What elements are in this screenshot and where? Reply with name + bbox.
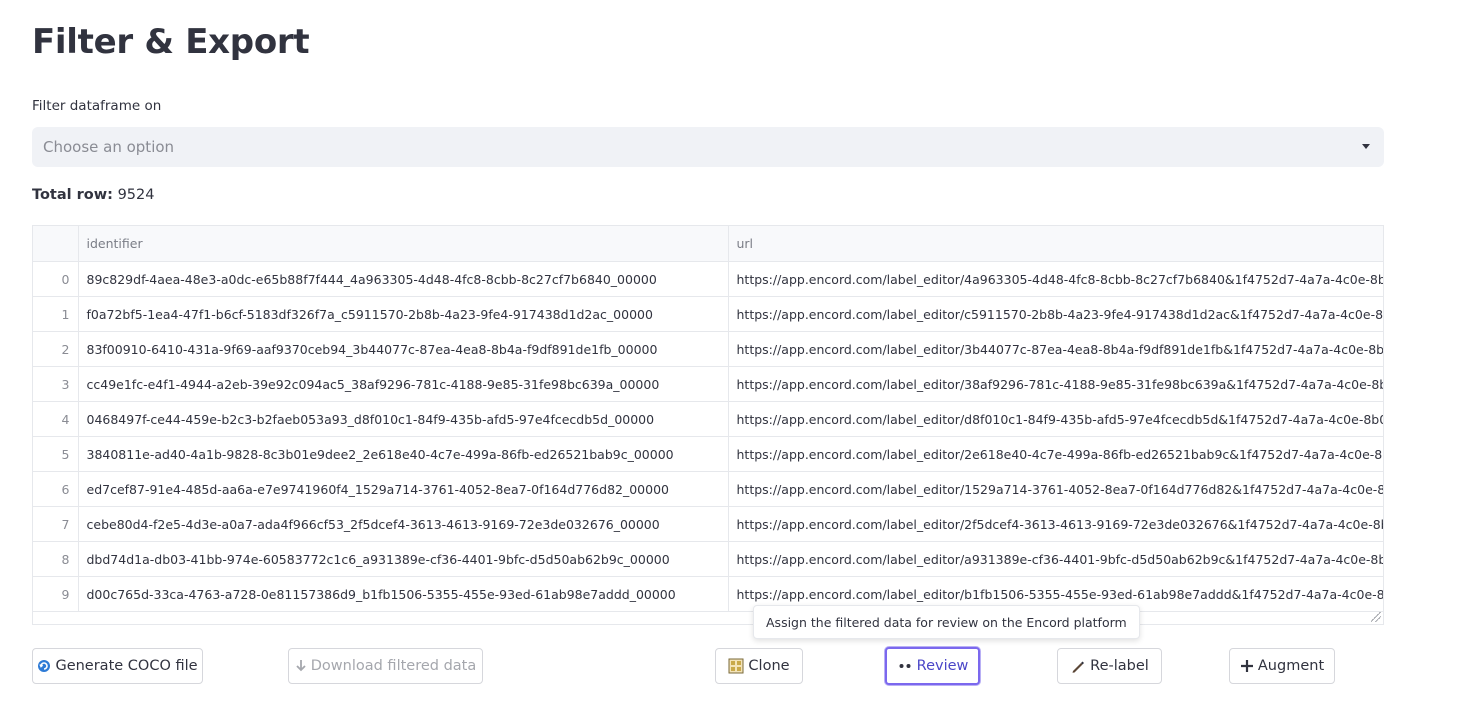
- column-header-url[interactable]: url: [728, 226, 1383, 262]
- identifier-cell[interactable]: ed7cef87-91e4-485d-aa6a-e7e9741960f4_152…: [78, 471, 729, 507]
- identifier-cell[interactable]: d00c765d-33ca-4763-a728-0e81157386d9_b1f…: [78, 576, 729, 612]
- review-label: Review: [916, 658, 969, 674]
- url-cell[interactable]: https://app.encord.com/label_editor/3b44…: [728, 331, 1383, 367]
- url-cell[interactable]: https://app.encord.com/label_editor/a931…: [728, 541, 1383, 577]
- url-cell[interactable]: https://app.encord.com/label_editor/d8f0…: [728, 401, 1383, 437]
- filter-select-placeholder: Choose an option: [43, 138, 175, 156]
- column-header-identifier[interactable]: identifier: [78, 226, 729, 262]
- url-cell[interactable]: https://app.encord.com/label_editor/2f5d…: [728, 506, 1383, 542]
- filter-export-page: Filter & Export Filter dataframe on Choo…: [0, 0, 1464, 717]
- row-index: 3: [33, 366, 79, 402]
- row-index: 0: [33, 261, 79, 297]
- download-filtered-label: Download filtered data: [310, 658, 477, 674]
- row-index: 6: [33, 471, 79, 507]
- download-arrow-icon: [295, 659, 307, 673]
- augment-button[interactable]: Augment: [1229, 648, 1335, 684]
- url-cell[interactable]: https://app.encord.com/label_editor/1529…: [728, 471, 1383, 507]
- cycle-icon: [37, 659, 51, 673]
- total-row-value: 9524: [117, 187, 155, 203]
- clone-icon: [728, 658, 744, 674]
- index-column-header: [33, 226, 79, 262]
- chevron-down-icon: [1362, 144, 1370, 149]
- clone-button[interactable]: Clone: [715, 648, 803, 684]
- row-index: 8: [33, 541, 79, 577]
- clone-label: Clone: [748, 658, 790, 674]
- table-row[interactable]: 5 3840811e-ad40-4a1b-9828-8c3b01e9dee2_2e…: [33, 436, 1383, 472]
- augment-label: Augment: [1257, 658, 1325, 674]
- table-header-row: identifier url: [33, 226, 1383, 262]
- pencil-icon: [1070, 658, 1086, 674]
- table-row[interactable]: 2 83f00910-6410-431a-9f69-aaf9370ceb94_3b…: [33, 331, 1383, 367]
- row-index: 9: [33, 576, 79, 612]
- total-row-label: Total row:: [32, 187, 113, 203]
- identifier-cell[interactable]: 83f00910-6410-431a-9f69-aaf9370ceb94_3b4…: [78, 331, 729, 367]
- url-cell[interactable]: https://app.encord.com/label_editor/4a96…: [728, 261, 1383, 297]
- relabel-button[interactable]: Re-label: [1057, 648, 1162, 684]
- identifier-cell[interactable]: cebe80d4-f2e5-4d3e-a0a7-ada4f966cf53_2f5…: [78, 506, 729, 542]
- identifier-cell[interactable]: 0468497f-ce44-459e-b2c3-b2faeb053a93_d8f…: [78, 401, 729, 437]
- identifier-cell[interactable]: cc49e1fc-e4f1-4944-a2eb-39e92c094ac5_38a…: [78, 366, 729, 402]
- table-row[interactable]: 9 d00c765d-33ca-4763-a728-0e81157386d9_b1…: [33, 576, 1383, 612]
- review-tooltip: Assign the filtered data for review on t…: [753, 605, 1140, 639]
- page-title: Filter & Export: [32, 22, 310, 62]
- row-index: 4: [33, 401, 79, 437]
- generate-coco-label: Generate COCO file: [55, 658, 198, 674]
- identifier-cell[interactable]: 3840811e-ad40-4a1b-9828-8c3b01e9dee2_2e6…: [78, 436, 729, 472]
- table-row[interactable]: 4 0468497f-ce44-459e-b2c3-b2faeb053a93_d8…: [33, 401, 1383, 437]
- table-row[interactable]: 3 cc49e1fc-e4f1-4944-a2eb-39e92c094ac5_38…: [33, 366, 1383, 402]
- table-row[interactable]: 8 dbd74d1a-db03-41bb-974e-60583772c1c6_a9…: [33, 541, 1383, 577]
- table-row[interactable]: 6 ed7cef87-91e4-485d-aa6a-e7e9741960f4_15…: [33, 471, 1383, 507]
- plus-icon: [1240, 659, 1254, 673]
- row-index: 1: [33, 296, 79, 332]
- identifier-cell[interactable]: 89c829df-4aea-48e3-a0dc-e65b88f7f444_4a9…: [78, 261, 729, 297]
- url-cell[interactable]: https://app.encord.com/label_editor/2e61…: [728, 436, 1383, 472]
- identifier-cell[interactable]: f0a72bf5-1ea4-47f1-b6cf-5183df326f7a_c59…: [78, 296, 729, 332]
- row-index: 7: [33, 506, 79, 542]
- row-index: 2: [33, 331, 79, 367]
- review-button[interactable]: Review: [885, 647, 980, 685]
- filter-label: Filter dataframe on: [32, 98, 162, 114]
- url-cell[interactable]: https://app.encord.com/label_editor/c591…: [728, 296, 1383, 332]
- download-filtered-button[interactable]: Download filtered data: [288, 648, 483, 684]
- table-resize-handle[interactable]: [1371, 612, 1381, 622]
- table-row[interactable]: 0 89c829df-4aea-48e3-a0dc-e65b88f7f444_4a…: [33, 261, 1383, 297]
- filter-select[interactable]: Choose an option: [32, 127, 1384, 167]
- eyes-icon: [897, 661, 913, 671]
- url-cell[interactable]: https://app.encord.com/label_editor/38af…: [728, 366, 1383, 402]
- relabel-label: Re-label: [1090, 658, 1149, 674]
- table-row[interactable]: 1 f0a72bf5-1ea4-47f1-b6cf-5183df326f7a_c5…: [33, 296, 1383, 332]
- table-row[interactable]: 7 cebe80d4-f2e5-4d3e-a0a7-ada4f966cf53_2f…: [33, 506, 1383, 542]
- total-row-count: Total row: 9524: [32, 187, 154, 203]
- generate-coco-button[interactable]: Generate COCO file: [32, 648, 203, 684]
- identifier-cell[interactable]: dbd74d1a-db03-41bb-974e-60583772c1c6_a93…: [78, 541, 729, 577]
- data-table[interactable]: identifier url 0 89c829df-4aea-48e3-a0dc-…: [32, 225, 1384, 625]
- row-index: 5: [33, 436, 79, 472]
